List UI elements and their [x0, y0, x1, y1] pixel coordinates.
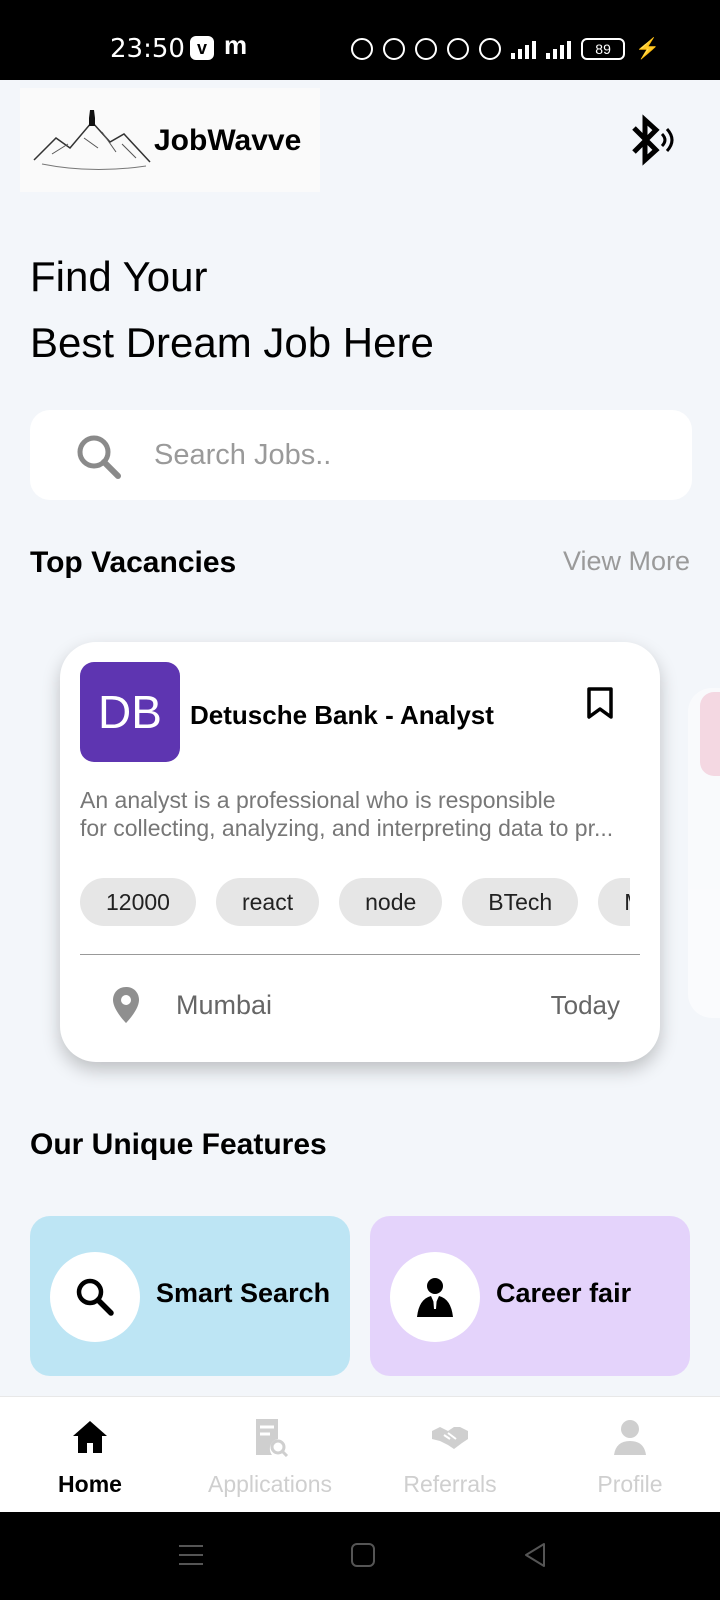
search-icon	[76, 1278, 114, 1316]
feature-label: Career fair	[496, 1278, 632, 1308]
status-bar: 23:50 v m 89 ⚡	[0, 0, 720, 80]
feature-icon-circle	[50, 1252, 140, 1342]
nav-label: Profile	[597, 1471, 663, 1497]
system-navigation-bar	[0, 1512, 720, 1600]
bookmark-icon[interactable]	[586, 686, 614, 720]
home-square-icon[interactable]	[348, 1540, 378, 1570]
menu-icon[interactable]	[176, 1540, 206, 1570]
nav-label: Home	[58, 1471, 122, 1497]
job-description-line: An analyst is a professional who is resp…	[80, 787, 556, 813]
job-tag: node	[339, 878, 443, 926]
status-time: 23:50	[110, 34, 185, 64]
bottom-navigation: Home Applications Referrals Profile	[0, 1396, 720, 1512]
app-name: JobWavve	[154, 124, 302, 157]
job-description-line: for collecting, analyzing, and interpret…	[80, 815, 614, 841]
company-logo: DB	[80, 662, 180, 762]
card-divider	[80, 954, 640, 955]
businessman-icon	[417, 1278, 453, 1317]
app-notification-icon: v	[190, 36, 214, 60]
headline-line-1: Find Your	[30, 253, 208, 300]
call-icon	[479, 37, 502, 60]
search-input[interactable]	[154, 410, 654, 500]
app-notification-icon: m	[224, 30, 248, 60]
wifi-icon	[447, 37, 470, 60]
job-tag: 12000	[80, 878, 196, 926]
document-search-icon	[256, 1419, 289, 1457]
headline: Find Your Best Dream Job Here	[30, 244, 434, 376]
job-tag: BTech	[462, 878, 579, 926]
nav-label: Referrals	[403, 1471, 497, 1497]
view-more-link[interactable]: View More	[563, 546, 690, 577]
next-job-card[interactable]	[688, 688, 720, 1018]
feature-icon-circle	[390, 1252, 480, 1342]
nav-item-referrals[interactable]: Referrals	[360, 1397, 540, 1513]
alarm-icon	[351, 37, 374, 60]
signal-icon	[511, 39, 537, 59]
battery-icon: 89	[581, 37, 626, 60]
silent-icon	[383, 37, 406, 60]
bluetooth-icon	[415, 37, 438, 60]
app-logo: JobWavve	[20, 88, 320, 192]
smart-search-feature[interactable]: Smart Search	[30, 1216, 350, 1376]
mountain-logo-icon	[33, 110, 151, 171]
search-bar[interactable]	[30, 410, 692, 500]
nav-label: Applications	[207, 1471, 333, 1497]
company-logo	[700, 692, 720, 776]
career-fair-feature[interactable]: Career fair	[370, 1216, 690, 1376]
job-title: Detusche Bank - Analyst	[190, 700, 494, 730]
job-tags: 12000 react node BTech M	[80, 878, 630, 930]
nav-item-home[interactable]: Home	[0, 1397, 180, 1513]
charging-icon: ⚡	[635, 38, 660, 60]
job-tag: M	[598, 878, 630, 926]
home-icon	[73, 1421, 107, 1453]
bluetooth-icon[interactable]	[626, 112, 676, 168]
search-icon	[77, 435, 121, 479]
job-posted-date: Today	[550, 990, 620, 1020]
handshake-icon	[432, 1427, 468, 1449]
nav-item-applications[interactable]: Applications	[180, 1397, 360, 1513]
person-icon	[614, 1420, 646, 1455]
headline-line-2: Best Dream Job Here	[30, 319, 434, 366]
top-vacancies-title: Top Vacancies	[30, 546, 237, 579]
job-card[interactable]: DB Detusche Bank - Analyst An analyst is…	[60, 642, 660, 1062]
feature-label: Smart Search	[156, 1278, 331, 1308]
job-tag: react	[215, 878, 320, 926]
job-location: Mumbai	[176, 990, 273, 1020]
location-pin-icon	[113, 987, 139, 1023]
signal-icon	[546, 39, 572, 59]
back-icon[interactable]	[520, 1540, 550, 1570]
nav-item-profile[interactable]: Profile	[540, 1397, 720, 1513]
job-description: An analyst is a professional who is resp…	[80, 786, 640, 842]
features-title: Our Unique Features	[30, 1128, 327, 1161]
status-icons: 89 ⚡	[351, 36, 660, 61]
